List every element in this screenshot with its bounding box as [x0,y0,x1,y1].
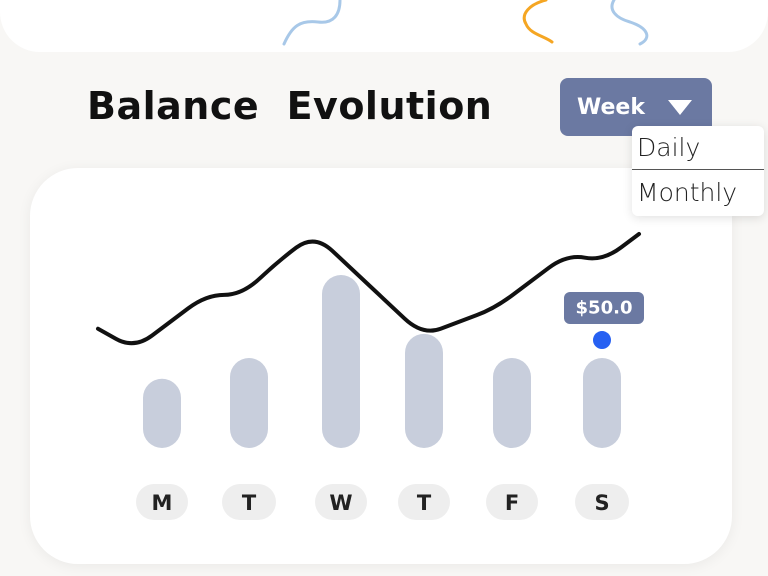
orange-squiggle [522,0,554,44]
dropdown-option-monthly[interactable]: Monthly [632,170,764,214]
bar-2[interactable] [322,275,360,448]
day-label-2: W [329,491,352,515]
day-label-0: M [152,491,173,515]
bar-0[interactable] [143,378,181,448]
tooltip-value: $50.0 [576,298,633,319]
blue-squiggle-right [610,0,649,46]
bar-4[interactable] [493,358,531,448]
decorative-doodles [282,0,649,46]
bars-layer [143,275,621,448]
value-tooltip: $50.0 [564,292,644,325]
bar-5[interactable] [583,358,621,448]
day-label-3: T [417,491,432,515]
day-label-5: S [594,491,609,515]
balance-evolution-screen: Balance Evolution Week Daily Monthly M T W… [0,0,768,576]
triangle-down-icon [668,100,692,115]
blue-squiggle-left [282,0,342,46]
balance-line [96,232,641,346]
day-label-4: F [505,491,519,515]
bar-3[interactable] [405,333,443,448]
highlight-point[interactable] [593,331,611,350]
day-labels-layer: MTWTFS [136,484,629,520]
balance-chart: M T W T F S $50.0 [96,232,644,520]
dropdown-option-daily[interactable]: Daily [632,126,764,170]
bar-1[interactable] [230,358,268,448]
period-selected-label: Week [577,94,645,120]
period-dropdown-menu: Daily Monthly [632,126,764,216]
page-title: Balance Evolution [87,84,493,128]
day-label-1: T [242,491,257,515]
